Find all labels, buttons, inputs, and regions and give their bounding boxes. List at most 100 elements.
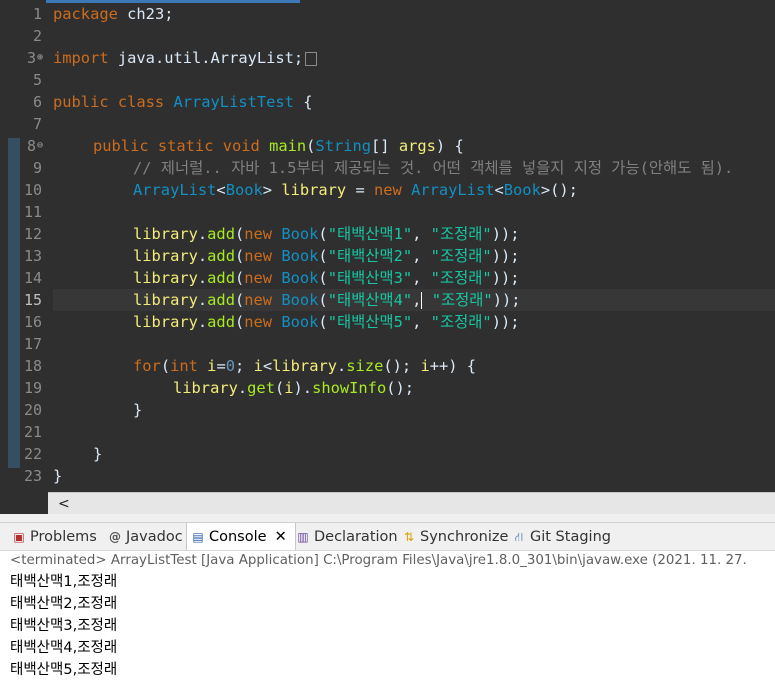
tab-label: Git Staging [530, 529, 611, 545]
string-literal: "조정래" [430, 247, 492, 265]
code-text: , [412, 247, 431, 265]
tab-console[interactable]: ▤ Console ✕ [186, 523, 296, 551]
code-text: } [53, 467, 63, 485]
parameter-name: args [398, 137, 436, 155]
tab-declaration[interactable]: ▥ Declaration [296, 523, 398, 551]
code-line-6: public class ArrayListTest { [53, 91, 312, 113]
tab-javadoc[interactable]: @ Javadoc [108, 523, 183, 551]
line-number: 8 [26, 137, 36, 155]
variable-name: library [133, 225, 198, 243]
code-text: ( [318, 291, 328, 309]
variable-name: i [197, 357, 217, 375]
variable-name: library [133, 291, 198, 309]
fold-expanded-icon[interactable]: ⊖ [37, 135, 43, 157]
code-text: ( [160, 357, 171, 375]
string-literal: "태백산맥5" [327, 313, 413, 331]
code-text: )); [491, 225, 520, 243]
code-text: ++) { [429, 357, 477, 375]
line-number: 2 [32, 27, 42, 45]
type-name: ArrayList [401, 181, 495, 199]
code-text: ( [318, 247, 328, 265]
code-text: > [262, 181, 273, 199]
code-text: ) { [435, 137, 464, 155]
line-number: 13 [23, 247, 42, 265]
comment: // 제너럴.. 자바 1.5부터 제공되는 것. 어떤 객체를 넣을지 지정 … [133, 159, 734, 177]
code-text: (); [383, 357, 421, 375]
code-text: < [216, 181, 226, 199]
code-line-10: ArrayList<Book> library = new ArrayList<… [133, 179, 578, 201]
bottom-panel-tabbar: ▣ Problems @ Javadoc ▤ Console ✕ ▥ Declaratio… [0, 522, 775, 551]
console-output-line: 태백산맥4,조정래 [10, 640, 118, 656]
code-line-8: public static void main(String[] args) { [93, 135, 464, 157]
variable-name: i [420, 357, 430, 375]
type-name: Book [272, 247, 319, 265]
code-text: { [293, 93, 313, 111]
close-icon[interactable]: ✕ [275, 529, 287, 545]
tab-label: Javadoc [126, 529, 183, 545]
fold-collapsed-icon[interactable]: ⊕ [37, 47, 43, 69]
folded-imports-icon[interactable] [305, 51, 318, 66]
code-text: , [412, 313, 431, 331]
code-text: )); [491, 313, 520, 331]
code-text: . [197, 269, 208, 287]
class-name: ArrayListTest [164, 93, 294, 111]
tab-label: Declaration [314, 529, 398, 545]
keyword: import [53, 49, 109, 67]
tab-git-staging[interactable]: ⛙ Git Staging [512, 523, 611, 551]
panel-separator [0, 514, 775, 522]
variable-name: library [133, 313, 198, 331]
code-line-14: library.add(new Book("태백산맥3", "조정래")); [133, 267, 520, 289]
horizontal-scrollbar[interactable]: < [48, 492, 775, 514]
console-output-line: 태백산맥5,조정래 [10, 662, 118, 678]
tab-problems[interactable]: ▣ Problems [12, 523, 97, 551]
code-line-23: } [53, 465, 62, 487]
variable-name: library [133, 269, 198, 287]
code-text: , [412, 225, 431, 243]
keyword: new [244, 291, 273, 309]
line-number: 12 [23, 225, 42, 243]
console-output-line: 태백산맥2,조정래 [10, 596, 118, 612]
keyword: new [244, 269, 273, 287]
method-name: get [247, 379, 275, 397]
code-text: ( [318, 225, 328, 243]
code-line-18: for(int i=0; i<library.size(); i++) { [133, 355, 476, 377]
code-line-19: library.get(i).showInfo(); [173, 377, 414, 399]
keyword: public static void [93, 137, 260, 155]
code-text: } [93, 445, 103, 463]
line-number: 7 [32, 115, 42, 133]
variable-name: library [272, 357, 337, 375]
code-text: ch23; [117, 5, 174, 23]
code-line-12: library.add(new Book("태백산맥1", "조정래")); [133, 223, 520, 245]
string-literal: "조정래" [430, 313, 492, 331]
type-name: Book [272, 291, 319, 309]
string-literal: "조정래" [430, 225, 492, 243]
line-number: 3 [26, 49, 36, 67]
code-text: . [337, 357, 347, 375]
code-text: . [197, 225, 208, 243]
scroll-left-icon[interactable]: < [58, 493, 70, 514]
type-name: Book [272, 269, 319, 287]
console-view[interactable]: <terminated> ArrayListTest [Java Applica… [0, 550, 775, 685]
line-number: 9 [32, 159, 42, 177]
type-name: ArrayList [133, 181, 217, 199]
code-line-15: library.add(new Book("태백산맥4", "조정래")); [133, 289, 521, 311]
tab-synchronize[interactable]: ⇅ Synchronize [402, 523, 508, 551]
code-editor[interactable]: 1 2 3 ⊕ 5 6 7 8 ⊖ 9 10 11 12 13 14 15 16… [0, 0, 775, 514]
type-name: Book [225, 181, 263, 199]
code-text: , [412, 269, 431, 287]
code-text: } [133, 401, 143, 419]
code-text: ( [234, 313, 245, 331]
keyword: for [133, 357, 161, 375]
variable-name: library [173, 379, 238, 397]
line-number: 11 [23, 203, 42, 221]
code-line-22: } [93, 443, 102, 465]
code-text: , [412, 291, 422, 309]
keyword: int [170, 357, 198, 375]
line-number: 6 [32, 93, 42, 111]
code-text: . [197, 291, 208, 309]
method-name: add [207, 269, 235, 287]
console-status-line: <terminated> ArrayListTest [Java Applica… [10, 553, 747, 568]
code-text: = [216, 357, 226, 375]
line-number: 1 [32, 5, 42, 23]
string-literal: "태백산맥4" [327, 291, 413, 309]
